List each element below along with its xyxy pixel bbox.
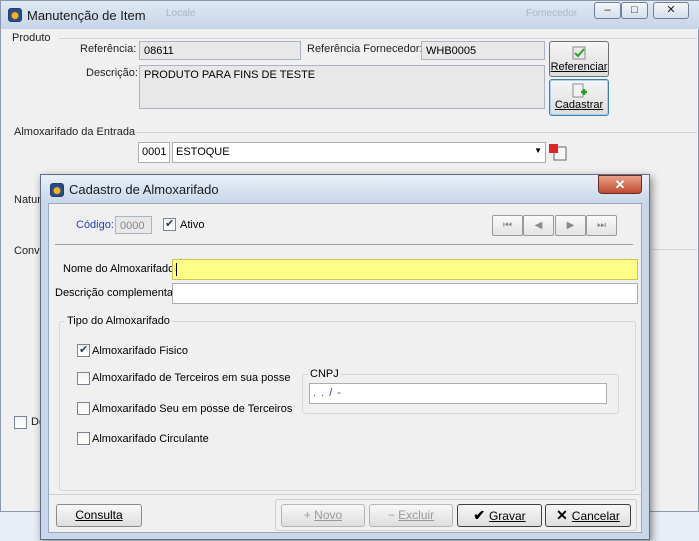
dialog-title-bar[interactable]: Cadastro de Almoxarifado ✕ bbox=[41, 175, 649, 203]
outer-window-title: Manutenção de Item bbox=[27, 8, 146, 23]
referenciar-label: Referenciar bbox=[550, 61, 608, 73]
ghost-label-fornecedor: Fornecedor bbox=[526, 8, 578, 19]
toolbar-divider bbox=[55, 244, 633, 245]
tipo-seu-posse-terceiros-checkbox[interactable] bbox=[77, 402, 90, 415]
x-icon: ✕ bbox=[556, 507, 572, 523]
almox-entrada-name: ESTOQUE bbox=[176, 146, 230, 158]
nav-last-button[interactable]: ⏭ bbox=[586, 215, 617, 236]
natureza-partial-label: Natur bbox=[14, 194, 41, 206]
nome-label: Nome do Almoxarifado: bbox=[63, 263, 178, 275]
cnpj-label: CNPJ bbox=[308, 368, 341, 380]
excluir-label: Excluir bbox=[398, 508, 435, 522]
dialog-app-icon bbox=[50, 183, 64, 197]
tipo-terceiros-sua-posse-checkbox[interactable] bbox=[77, 372, 90, 385]
referencia-field[interactable]: 08611 bbox=[139, 41, 301, 60]
conversao-divider bbox=[651, 249, 697, 250]
tipo-fisico-checkbox[interactable] bbox=[77, 343, 90, 357]
produto-group-title: Produto bbox=[12, 32, 51, 44]
novo-label: Novo bbox=[314, 508, 343, 522]
codigo-field: 0000 bbox=[115, 216, 152, 234]
app-icon bbox=[8, 8, 22, 22]
almox-lookup-icon[interactable] bbox=[548, 142, 568, 162]
almox-entrada-group-title: Almoxarifado da Entrada bbox=[14, 126, 136, 138]
minus-icon: − bbox=[387, 508, 399, 522]
cadastrar-label: Cadastrar bbox=[554, 99, 604, 111]
cnpj-input[interactable]: . . / - bbox=[309, 383, 607, 404]
dialog-body: Código: 0000 Ativo ⏮ ◀ ▶ ⏭ Nome do Almox… bbox=[48, 203, 642, 533]
minimize-button[interactable]: – bbox=[594, 2, 621, 19]
produto-divider bbox=[59, 38, 697, 39]
gravar-label: Gravar bbox=[488, 509, 526, 523]
almox-entrada-divider bbox=[134, 132, 697, 133]
tipo-group-title: Tipo do Almoxarifado bbox=[65, 315, 172, 327]
descricao-complementar-label: Descrição complementar: bbox=[55, 287, 180, 299]
conversao-partial-label: Conv bbox=[14, 245, 40, 257]
nav-next-button[interactable]: ▶ bbox=[555, 215, 586, 236]
descricao-field[interactable]: PRODUTO PARA FINS DE TESTE bbox=[139, 65, 545, 109]
descricao-label: Descrição: bbox=[86, 67, 138, 79]
almox-entrada-code[interactable]: 0001 bbox=[138, 142, 170, 163]
consulta-button[interactable]: Consulta bbox=[56, 504, 142, 527]
outer-partial-checkbox[interactable] bbox=[14, 416, 27, 429]
ativo-label: Ativo bbox=[180, 219, 205, 231]
nav-prev-button[interactable]: ◀ bbox=[523, 215, 554, 236]
codigo-label: Código: bbox=[76, 219, 114, 231]
chevron-down-icon[interactable]: ▼ bbox=[534, 146, 542, 155]
tipo-circulante-checkbox[interactable] bbox=[77, 432, 90, 445]
dialog-close-button[interactable]: ✕ bbox=[598, 175, 642, 194]
close-button[interactable]: ✕ bbox=[653, 2, 689, 19]
consulta-label: Consulta bbox=[75, 508, 123, 522]
referencia-label: Referência: bbox=[80, 43, 137, 55]
dialog-title: Cadastro de Almoxarifado bbox=[69, 182, 219, 197]
tipo-fisico-label: Almoxarifado Fisico bbox=[92, 345, 188, 357]
referenciar-button[interactable]: Referenciar bbox=[549, 41, 609, 77]
almox-entrada-select[interactable]: ESTOQUE ▼ bbox=[172, 142, 546, 163]
excluir-button[interactable]: − Excluir bbox=[369, 504, 453, 527]
outer-title-bar[interactable]: Manutenção de Item Locale Fornecedor – □… bbox=[1, 1, 699, 29]
cadastrar-button[interactable]: Cadastrar bbox=[549, 79, 609, 116]
plus-icon: + bbox=[303, 508, 315, 522]
text-cursor bbox=[176, 263, 177, 276]
ref-fornecedor-field[interactable]: WHB0005 bbox=[421, 41, 545, 60]
novo-button[interactable]: + Novo bbox=[281, 504, 365, 527]
cadastrar-add-icon bbox=[572, 83, 587, 98]
tipo-terceiros-sua-posse-label: Almoxarifado de Terceiros em sua posse bbox=[92, 372, 291, 384]
dialog-footer: Consulta + Novo − Excluir ✔ Gravar ✕ Can… bbox=[49, 494, 641, 532]
cancelar-button[interactable]: ✕ Cancelar bbox=[545, 504, 631, 527]
maximize-button[interactable]: □ bbox=[621, 2, 648, 19]
cadastro-almoxarifado-dialog: Cadastro de Almoxarifado ✕ Código: 0000 … bbox=[40, 174, 650, 540]
tipo-seu-posse-terceiros-label: Almoxarifado Seu em posse de Terceiros bbox=[92, 403, 293, 415]
referenciar-check-icon bbox=[572, 46, 586, 60]
cancelar-label: Cancelar bbox=[571, 509, 620, 523]
nav-first-button[interactable]: ⏮ bbox=[492, 215, 523, 236]
ref-fornecedor-label: Referência Fornecedor: bbox=[307, 43, 423, 55]
ghost-label: Locale bbox=[166, 8, 196, 19]
descricao-complementar-input[interactable] bbox=[172, 283, 638, 304]
check-icon: ✔ bbox=[473, 507, 489, 523]
ativo-checkbox[interactable] bbox=[163, 217, 176, 231]
tipo-circulante-label: Almoxarifado Circulante bbox=[92, 433, 209, 445]
nome-input[interactable] bbox=[172, 259, 638, 280]
gravar-button[interactable]: ✔ Gravar bbox=[457, 504, 542, 527]
